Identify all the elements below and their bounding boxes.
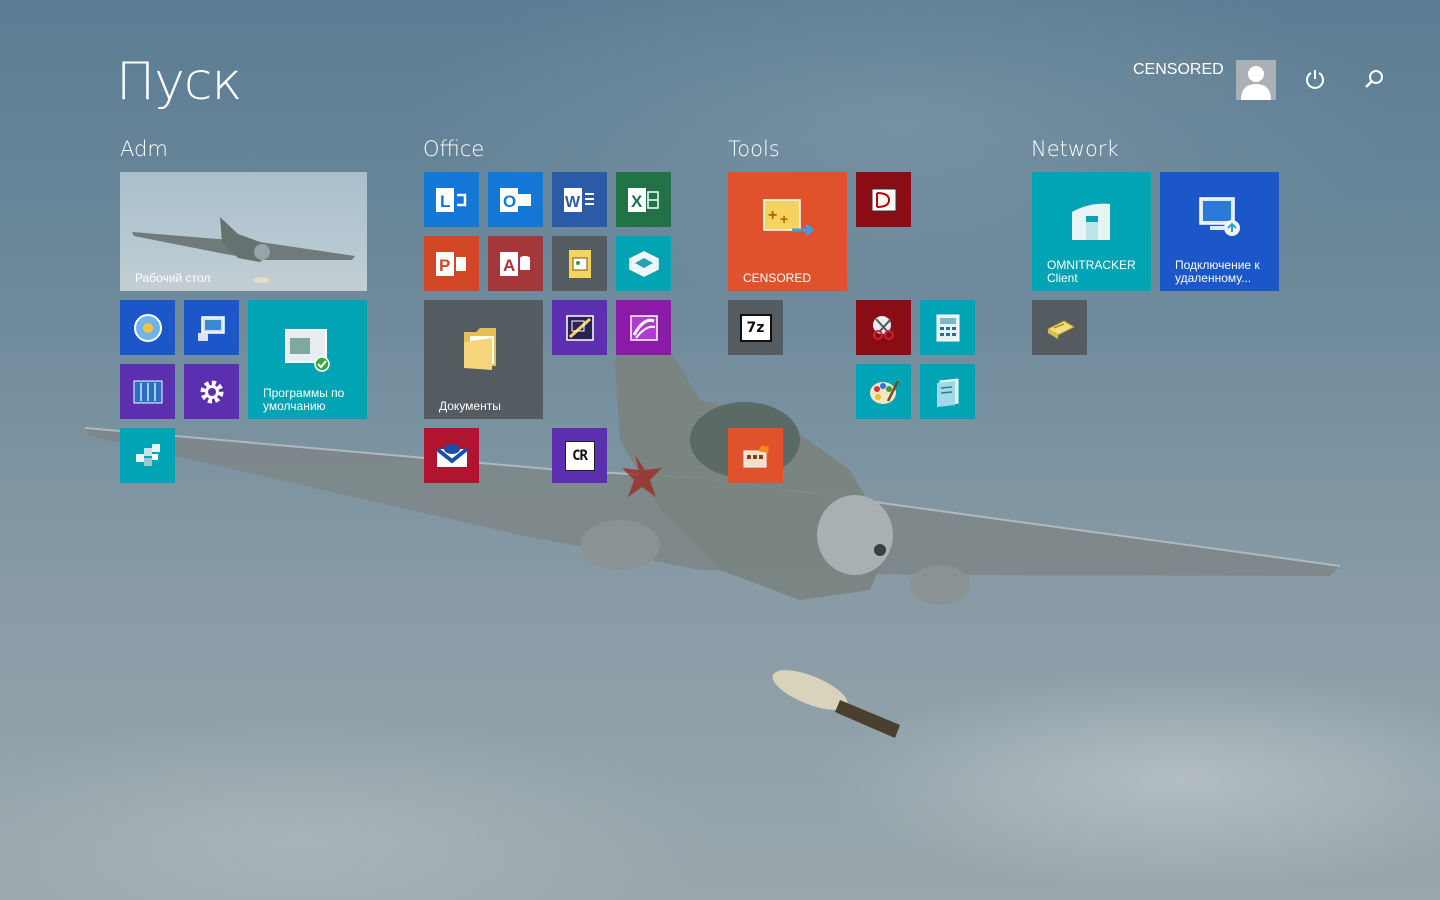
tile-tools-paint[interactable]: [856, 364, 911, 419]
tile-adm-settings[interactable]: [184, 364, 239, 419]
tile-remote-desktop[interactable]: Подключение к удаленному...: [1160, 172, 1279, 291]
tile-office-picture-tool[interactable]: [552, 300, 607, 355]
svg-text:A: A: [503, 256, 515, 275]
tile-word[interactable]: W: [552, 172, 607, 227]
tile-adm-compass[interactable]: [120, 300, 175, 355]
envelope-app-icon: [435, 443, 468, 467]
tile-adm-server[interactable]: [120, 364, 175, 419]
gear-icon: [200, 380, 223, 403]
tile-outlook[interactable]: O: [488, 172, 543, 227]
tile-publisher[interactable]: [552, 236, 607, 291]
tile-powerpoint[interactable]: P: [424, 236, 479, 291]
user-name[interactable]: CENSORED: [1133, 61, 1224, 79]
outlook-icon: O: [499, 187, 531, 212]
tile-network-notes[interactable]: [1032, 300, 1087, 355]
group-label-adm[interactable]: Adm: [120, 137, 168, 161]
wallpaper-airplane: [84, 300, 1341, 738]
swoosh-app-icon: [629, 314, 658, 341]
tile-adm-computer[interactable]: [184, 300, 239, 355]
search-button[interactable]: [1357, 62, 1391, 96]
tile-tools-notepad[interactable]: [920, 364, 975, 419]
svg-text:X: X: [631, 192, 643, 211]
scissors-icon: [872, 315, 894, 340]
notepad-icon: [936, 377, 958, 407]
app-window-arrow-icon: + +: [763, 199, 814, 237]
tile-desktop-label: Рабочий стол: [135, 271, 211, 285]
cubes-icon: [135, 443, 160, 466]
tile-tools-snipping[interactable]: [856, 300, 911, 355]
tile-crystal-reports[interactable]: CR: [552, 428, 607, 483]
svg-text:W: W: [565, 194, 581, 211]
group-label-tools[interactable]: Tools: [728, 137, 780, 161]
compass-icon: [133, 313, 162, 342]
tile-documents[interactable]: Документы: [424, 300, 543, 419]
tile-tools-server-fire[interactable]: [728, 428, 783, 483]
pdf-document-icon: [871, 188, 896, 211]
svg-text:+: +: [780, 211, 788, 227]
building-fire-icon: [743, 445, 769, 467]
lync-icon: L: [435, 187, 466, 212]
tile-omnitracker[interactable]: OMNITRACKER Client: [1032, 172, 1151, 291]
server-rack-icon: [133, 380, 162, 403]
infopath-icon: [628, 250, 659, 277]
power-button[interactable]: [1298, 62, 1332, 96]
word-icon: W: [563, 187, 594, 212]
tile-adm-cubes[interactable]: [120, 428, 175, 483]
powerpoint-icon: P: [435, 251, 466, 276]
crystal-reports-icon: CR: [564, 440, 595, 471]
user-silhouette-icon: [1236, 60, 1276, 100]
power-icon: [1306, 70, 1324, 89]
tile-default-programs-label: Программы по умолчанию: [263, 386, 345, 413]
svg-text:O: O: [503, 192, 516, 211]
start-title: Пуск: [116, 52, 242, 112]
computer-monitor-icon: [197, 315, 225, 341]
folder-icon: [464, 328, 496, 370]
tile-censored-app[interactable]: + + CENSORED: [728, 172, 847, 291]
svg-text:+: +: [768, 207, 777, 224]
svg-text:L: L: [440, 192, 450, 211]
excel-icon: X: [627, 187, 659, 212]
calculator-icon: [936, 314, 959, 341]
tile-onenote-like[interactable]: [616, 300, 671, 355]
group-label-office[interactable]: Office: [423, 137, 484, 161]
7zip-label: 7z: [746, 319, 765, 336]
7zip-icon: 7z: [739, 313, 772, 342]
tile-infopath[interactable]: [616, 236, 671, 291]
tile-documents-label: Документы: [439, 399, 501, 413]
svg-text:P: P: [439, 256, 450, 275]
tile-default-programs[interactable]: Программы по умолчанию: [248, 300, 367, 419]
tile-excel[interactable]: X: [616, 172, 671, 227]
tile-lync[interactable]: L: [424, 172, 479, 227]
tile-desktop[interactable]: Рабочий стол: [120, 172, 367, 291]
picture-manager-icon: [565, 314, 594, 341]
omnitracker-icon: [1072, 203, 1110, 240]
yellow-note-icon: [1046, 319, 1075, 339]
tile-remote-desktop-label: Подключение к удаленному...: [1175, 258, 1260, 285]
group-label-network[interactable]: Network: [1031, 137, 1119, 161]
access-icon: A: [499, 251, 530, 276]
tile-office-mail-app[interactable]: [424, 428, 479, 483]
crystal-reports-label: CR: [572, 447, 588, 464]
search-icon: [1365, 70, 1383, 88]
remote-desktop-icon: [1199, 197, 1240, 236]
tile-omnitracker-label: OMNITRACKER Client: [1047, 258, 1136, 285]
tile-7zip[interactable]: 7z: [728, 300, 783, 355]
tile-tools-calculator[interactable]: [920, 300, 975, 355]
tile-access[interactable]: A: [488, 236, 543, 291]
tile-censored-app-label: CENSORED: [743, 271, 812, 285]
user-avatar[interactable]: [1236, 60, 1276, 100]
default-programs-icon: [285, 329, 330, 372]
publisher-icon: [568, 249, 591, 278]
tile-tools-pdf[interactable]: [856, 172, 911, 227]
paint-palette-icon: [869, 379, 899, 404]
